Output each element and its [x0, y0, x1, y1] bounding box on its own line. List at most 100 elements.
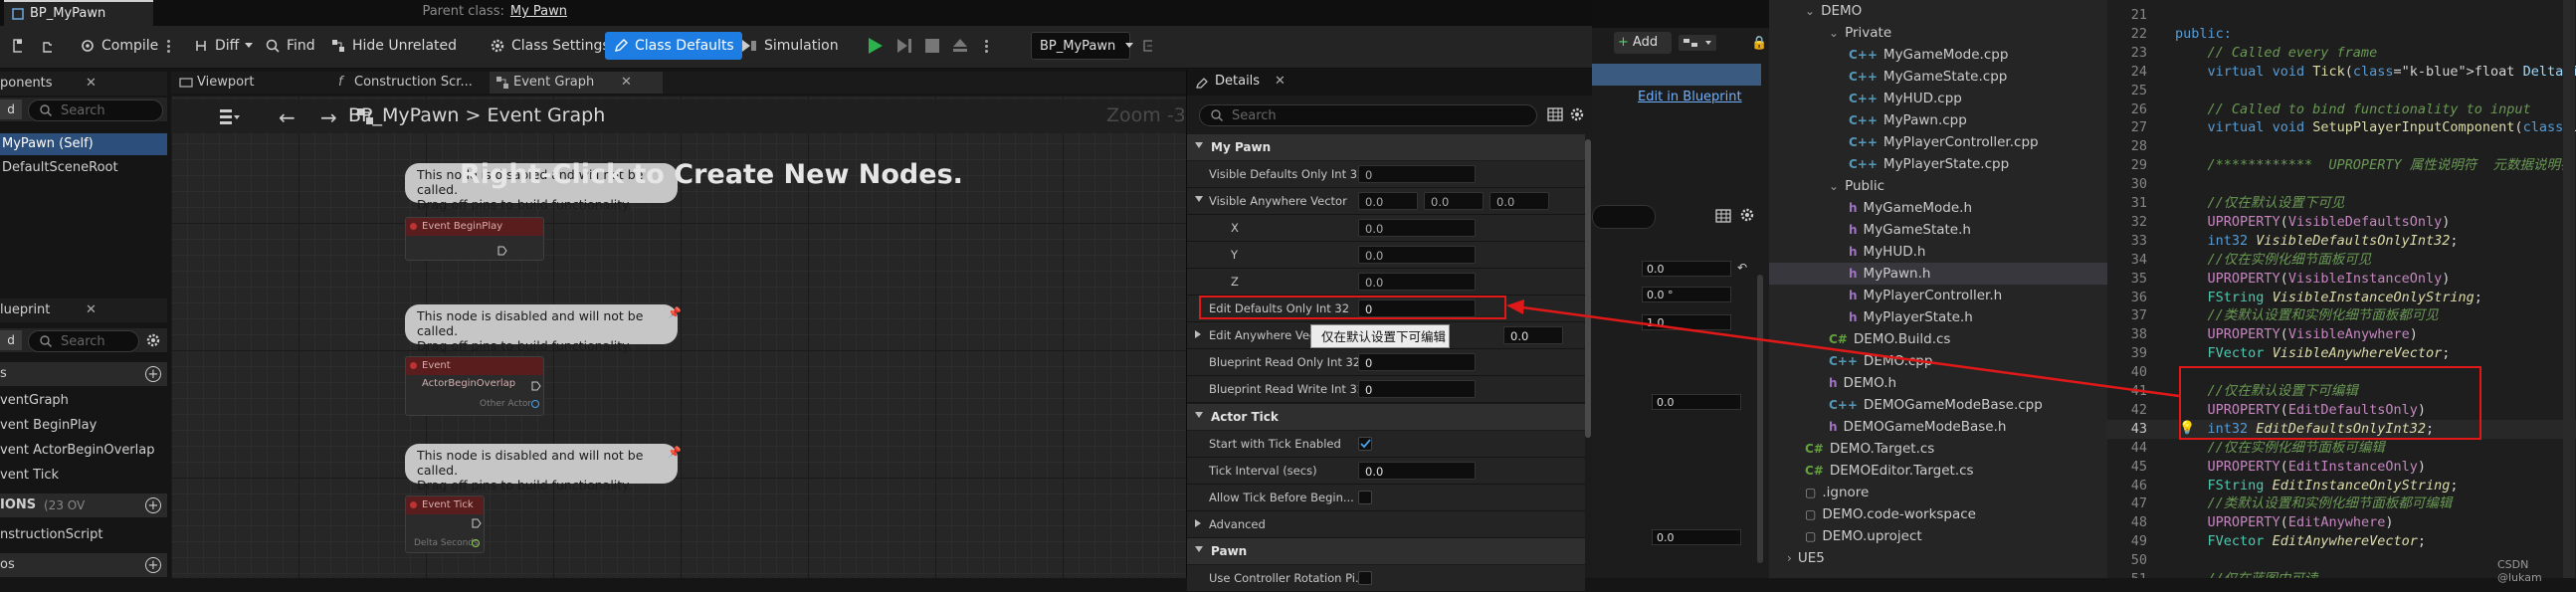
explorer-item[interactable]: ⌄ Private — [1769, 22, 2107, 44]
browse-icon[interactable] — [34, 32, 60, 60]
code-line[interactable]: 27 virtual void SetupPlayerInputComponen… — [2107, 118, 2576, 137]
explorer-item[interactable]: h MyPlayerState.h — [1769, 306, 2107, 328]
property-matrix-icon[interactable] — [1715, 209, 1731, 223]
forward-arrow-icon[interactable]: → — [320, 105, 337, 129]
code-line[interactable]: 48 UPROPERTY(EditAnywhere) — [2107, 513, 2576, 532]
object-pin-icon[interactable] — [531, 400, 539, 408]
code-line[interactable]: 39 FVector VisibleAnywhereVector; — [2107, 344, 2576, 363]
code-line[interactable]: 35 UPROPERTY(VisibleInstanceOnly) — [2107, 270, 2576, 289]
lock-icon[interactable]: 🔒 — [1751, 36, 1767, 51]
close-icon[interactable]: ✕ — [621, 72, 632, 94]
gear-icon[interactable] — [1569, 106, 1585, 122]
breadcrumb-root[interactable]: BP_MyPawn — [348, 104, 459, 126]
explorer-item[interactable]: h DEMOGameModeBase.h — [1769, 416, 2107, 438]
add-component-button[interactable]: d — [0, 99, 22, 119]
close-icon[interactable]: ✕ — [86, 72, 97, 96]
scale-value[interactable]: 1.0 — [1642, 314, 1731, 330]
back-arrow-icon[interactable]: ← — [279, 105, 296, 129]
function-item-construction-script[interactable]: nstructionScript — [0, 524, 102, 546]
allow-tick-checkbox[interactable] — [1358, 491, 1372, 504]
blueprint-options-icon[interactable] — [1678, 34, 1717, 52]
explorer-item[interactable]: C++ MyHUD.cpp — [1769, 88, 2107, 109]
code-line[interactable]: 32 UPROPERTY(VisibleDefaultsOnly) — [2107, 213, 2576, 232]
macros-section[interactable]: os + — [0, 553, 167, 577]
explorer-item[interactable]: C++ MyGameMode.cpp — [1769, 44, 2107, 66]
strip-scrollbar[interactable] — [1757, 275, 1763, 563]
code-line[interactable]: 28 — [2107, 137, 2576, 156]
step-icon[interactable] — [893, 35, 915, 57]
close-icon[interactable]: ✕ — [1275, 74, 1286, 89]
explorer-item[interactable]: C++ MyPlayerController.cpp — [1769, 131, 2107, 153]
class-defaults-button[interactable]: Class Defaults — [605, 32, 742, 60]
bp-read-only-input[interactable]: 0 — [1358, 353, 1476, 371]
stop-icon[interactable] — [921, 35, 943, 57]
find-button[interactable]: Find — [257, 32, 323, 60]
parent-class-link[interactable]: My Pawn — [510, 4, 567, 19]
code-line[interactable]: 38 UPROPERTY(VisibleAnywhere) — [2107, 325, 2576, 344]
exec-pin-icon[interactable] — [472, 518, 482, 528]
code-line[interactable]: 34 //仅在实例化细节面板可见 — [2107, 251, 2576, 270]
explorer-item[interactable]: › UE5 — [1769, 547, 2107, 569]
gear-icon[interactable] — [145, 332, 161, 348]
code-line[interactable]: 30 — [2107, 175, 2576, 194]
components-search-input[interactable]: Search — [28, 99, 163, 121]
graph-menu-icon[interactable] — [219, 107, 241, 125]
code-line[interactable]: 45 UPROPERTY(EditInstanceOnly) — [2107, 458, 2576, 477]
component-default-scene-root[interactable]: DefaultSceneRoot — [0, 157, 118, 179]
tick-interval-input[interactable]: 0.0 — [1358, 462, 1476, 480]
edit-in-blueprint-link[interactable]: Edit in Blueprint — [1638, 90, 1742, 104]
code-line[interactable]: 36 FString VisibleInstanceOnlyString; — [2107, 289, 2576, 307]
code-line[interactable]: 23 // Called every frame — [2107, 44, 2576, 63]
explorer-item[interactable]: C++ MyPawn.cpp — [1769, 109, 2107, 131]
start-with-tick-checkbox[interactable] — [1358, 437, 1372, 451]
compile-options-icon[interactable] — [167, 38, 171, 56]
add-function-icon[interactable]: + — [145, 497, 161, 513]
functions-section[interactable]: IONS (23 OV + — [0, 493, 167, 517]
play-icon[interactable] — [864, 35, 886, 57]
details-scrollbar[interactable] — [1585, 139, 1591, 438]
explorer-item[interactable]: ▢ DEMO.code-workspace — [1769, 503, 2107, 525]
explorer-item[interactable]: ▢ DEMO.uproject — [1769, 525, 2107, 547]
location-value[interactable]: 0.0 — [1642, 261, 1731, 277]
code-line[interactable]: 25 — [2107, 82, 2576, 100]
class-settings-button[interactable]: Class Settings — [482, 32, 618, 60]
explorer-item[interactable]: h MyHUD.h — [1769, 241, 2107, 263]
edit-vector-input[interactable]: 0.0 — [1503, 326, 1563, 344]
explorer-item[interactable]: C++ DEMO.cpp — [1769, 350, 2107, 372]
code-line[interactable]: 22 public: — [2107, 25, 2576, 44]
pin-icon[interactable]: 📌 — [668, 306, 682, 319]
play-options-icon[interactable] — [985, 38, 989, 56]
explorer-item[interactable]: ▢ .ignore — [1769, 482, 2107, 503]
graphs-section[interactable]: s + — [0, 362, 167, 386]
code-editor[interactable]: 21 22 public: 23 // Called every frame 24 vi… — [2107, 0, 2576, 578]
rotation-value[interactable]: 0.0 ° — [1642, 287, 1731, 302]
graph-item-actor-begin-overlap[interactable]: vent ActorBeginOverlap — [0, 440, 155, 462]
explorer-item[interactable]: C++ DEMOGameModeBase.cpp — [1769, 394, 2107, 416]
code-line[interactable]: 44 //仅在实例化细节面板可编辑 — [2107, 439, 2576, 458]
details-search-input[interactable]: Search — [1199, 104, 1537, 126]
explorer-item[interactable]: h MyGameState.h — [1769, 219, 2107, 241]
code-line[interactable]: 26 // Called to bind functionality to in… — [2107, 100, 2576, 119]
category-actor-tick[interactable]: Actor Tick — [1187, 404, 1585, 430]
code-line[interactable]: 33 int32 VisibleDefaultsOnlyInt32; — [2107, 232, 2576, 251]
code-line[interactable]: 21 — [2107, 6, 2576, 25]
blueprint-tab[interactable]: BP_MyPawn — [4, 0, 153, 26]
code-line[interactable]: 46 FString EditInstanceOnlyString; — [2107, 477, 2576, 495]
simulation-button[interactable]: Simulation — [732, 32, 847, 60]
add-graph-icon[interactable]: + — [145, 366, 161, 382]
code-line[interactable]: 24 virtual void Tick(class="k-blue">floa… — [2107, 63, 2576, 82]
exec-pin-icon[interactable] — [497, 246, 507, 256]
use-controller-rotation-checkbox[interactable] — [1358, 571, 1372, 585]
property-value[interactable]: 0.0 — [1652, 394, 1741, 410]
graph-node-tick[interactable]: This node is disabled and will not be ca… — [405, 444, 684, 563]
bp-read-write-input[interactable]: 0 — [1358, 380, 1476, 398]
graph-item-event-graph[interactable]: ventGraph — [0, 390, 69, 412]
explorer-item[interactable]: C++ MyGameState.cpp — [1769, 66, 2107, 88]
explorer-item[interactable]: h DEMO.h — [1769, 372, 2107, 394]
category-pawn[interactable]: Pawn — [1187, 538, 1585, 564]
category-my-pawn[interactable]: My Pawn — [1187, 134, 1585, 160]
code-line[interactable]: 47 //类默认设置和实例化细节面板都可编辑 — [2107, 494, 2576, 513]
explorer-item[interactable]: C++ MyPlayerState.cpp — [1769, 153, 2107, 175]
code-line[interactable]: 37 //类默认设置和实例化细节面板都可见 — [2107, 306, 2576, 325]
component-self[interactable]: MyPawn (Self) — [0, 133, 167, 155]
